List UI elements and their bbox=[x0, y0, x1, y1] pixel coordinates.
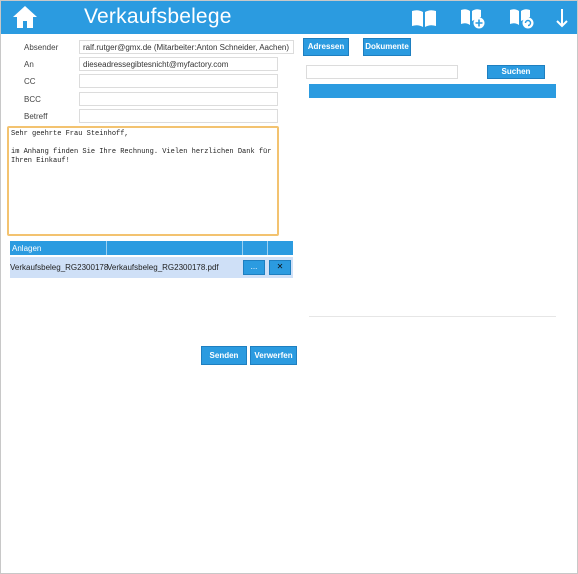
attachments-header-col2 bbox=[107, 241, 243, 255]
home-icon[interactable] bbox=[11, 4, 39, 30]
verwerfen-button[interactable]: Verwerfen bbox=[250, 346, 297, 365]
an-field[interactable]: dieseadressegibtesnicht@myfactory.com bbox=[79, 57, 278, 71]
cc-field[interactable] bbox=[79, 74, 278, 88]
bcc-field[interactable] bbox=[79, 92, 278, 106]
an-label: An bbox=[24, 60, 34, 69]
attachments-header-col4 bbox=[268, 241, 293, 255]
results-header-bar bbox=[309, 84, 556, 98]
absender-label: Absender bbox=[24, 43, 59, 52]
attachment-remove-button[interactable]: ✕ bbox=[269, 260, 291, 275]
attachments-header-label: Anlagen bbox=[10, 241, 107, 255]
dokumente-button[interactable]: Dokumente bbox=[363, 38, 411, 56]
book-refresh-icon[interactable] bbox=[508, 7, 536, 29]
message-body[interactable]: Sehr geehrte Frau Steinhoff, im Anhang f… bbox=[7, 126, 279, 236]
book-add-icon[interactable] bbox=[459, 7, 487, 29]
attachment-file: Verkaufsbeleg_RG2300178.pdf bbox=[107, 263, 219, 272]
results-divider bbox=[309, 316, 556, 317]
attachment-name: Verkaufsbeleg_RG2300178 bbox=[10, 263, 109, 272]
attachments-header: Anlagen bbox=[10, 241, 293, 255]
suchen-button[interactable]: Suchen bbox=[487, 65, 545, 79]
attachment-browse-button[interactable]: ... bbox=[243, 260, 265, 275]
arrow-down-icon[interactable] bbox=[553, 7, 571, 29]
senden-button[interactable]: Senden bbox=[201, 346, 247, 365]
bcc-label: BCC bbox=[24, 95, 41, 104]
attachments-header-col3 bbox=[243, 241, 268, 255]
search-input[interactable] bbox=[306, 65, 458, 79]
betreff-field[interactable] bbox=[79, 109, 278, 123]
absender-field[interactable]: ralf.rutger@gmx.de (Mitarbeiter:Anton Sc… bbox=[79, 40, 294, 54]
book-icon[interactable] bbox=[410, 7, 438, 29]
betreff-label: Betreff bbox=[24, 112, 48, 121]
page-title: Verkaufsbelege bbox=[84, 5, 232, 28]
cc-label: CC bbox=[24, 77, 36, 86]
top-bar: Verkaufsbelege bbox=[1, 1, 577, 34]
adressen-button[interactable]: Adressen bbox=[303, 38, 349, 56]
